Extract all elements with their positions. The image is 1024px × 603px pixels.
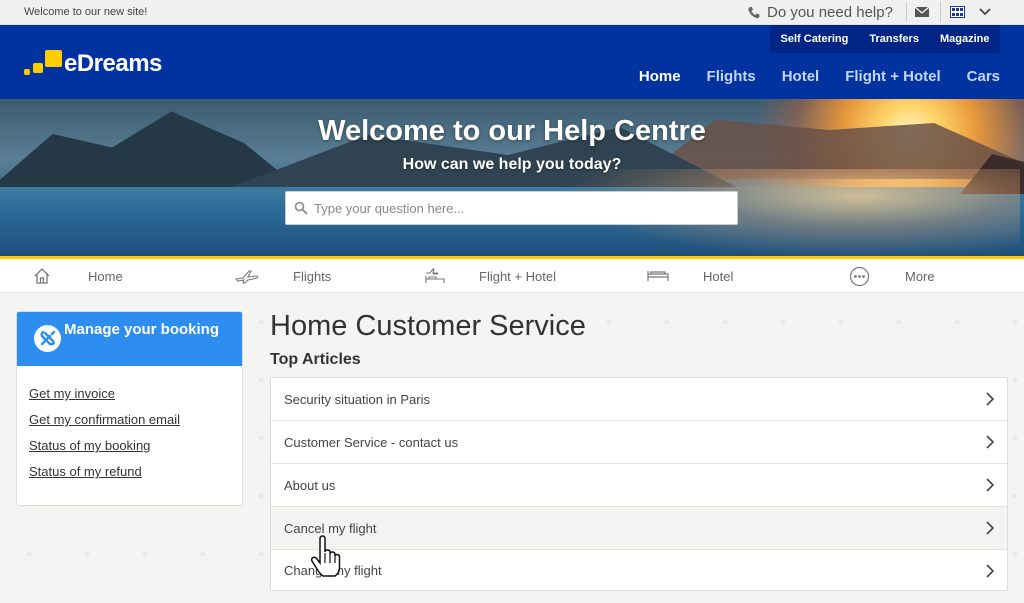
chevron-down-icon[interactable] (978, 4, 992, 18)
page-title: Home Customer Service (270, 310, 586, 342)
article-title: Customer Service - contact us (284, 434, 459, 450)
home-icon (34, 268, 50, 284)
help-search-box[interactable] (285, 191, 738, 225)
subnav-magazine[interactable]: Magazine (940, 33, 990, 45)
category-flights[interactable]: Flights (200, 259, 410, 293)
section-title: Top Articles (270, 351, 361, 368)
nav-flight-hotel[interactable]: Flight + Hotel (845, 68, 940, 85)
article-title: About us (284, 477, 336, 493)
welcome-message: Welcome to our new site! (24, 6, 148, 18)
flag-icon[interactable] (950, 6, 965, 18)
brand-logo[interactable]: eDreams (24, 48, 162, 78)
brand-name: eDreams (64, 50, 162, 77)
nav-cars[interactable]: Cars (967, 68, 1000, 85)
chevron-right-icon (986, 564, 995, 578)
category-label: Hotel (703, 269, 734, 284)
hero-banner: Welcome to our Help Centre How can we he… (0, 99, 1024, 256)
booking-links: Get my invoice Get my confirmation email… (17, 366, 242, 489)
article-row[interactable]: Security situation in Paris (271, 378, 1007, 421)
chevron-right-icon (986, 392, 995, 406)
flight-hotel-icon (425, 268, 445, 283)
subnav-self-catering[interactable]: Self Catering (781, 33, 849, 45)
phone-icon (748, 6, 760, 18)
help-label: Do you need help? (767, 4, 893, 21)
bed-icon (647, 271, 669, 281)
search-icon (294, 201, 308, 215)
article-title: Cancel my flight (284, 520, 377, 536)
category-hotel[interactable]: Hotel (640, 259, 840, 293)
nav-hotel[interactable]: Hotel (782, 68, 820, 85)
category-flight-hotel[interactable]: Flight + Hotel (410, 259, 640, 293)
category-label: Home (88, 269, 123, 284)
help-link[interactable]: Do you need help? (747, 2, 893, 23)
hero-title: Welcome to our Help Centre (318, 115, 706, 147)
manage-booking-title: Manage your booking (64, 321, 220, 338)
mail-icon[interactable] (914, 5, 930, 19)
category-label: Flight + Hotel (479, 269, 556, 284)
logo-mark (24, 50, 62, 78)
article-row[interactable]: Customer Service - contact us (271, 421, 1007, 464)
chevron-right-icon (986, 435, 995, 449)
nav-flights[interactable]: Flights (707, 68, 756, 85)
link-get-invoice[interactable]: Get my invoice (29, 386, 115, 401)
article-row[interactable]: Cancel my flight (271, 507, 1007, 550)
hand-cursor-icon (310, 535, 341, 577)
link-confirmation-email[interactable]: Get my confirmation email (29, 412, 180, 427)
chevron-right-icon (986, 478, 995, 492)
link-booking-status[interactable]: Status of my booking (29, 438, 150, 453)
manage-booking-header: Manage your booking (17, 312, 242, 366)
category-bar: Home Flights Flight + Hotel Hotel More (0, 259, 1024, 293)
search-input[interactable] (314, 200, 724, 216)
category-label: More (905, 269, 935, 284)
link-refund-status[interactable]: Status of my refund (29, 464, 142, 479)
plane-icon (234, 270, 259, 284)
article-row[interactable]: About us (271, 464, 1007, 507)
top-articles-list: Security situation in Paris Customer Ser… (270, 377, 1008, 591)
nav-home[interactable]: Home (639, 68, 681, 85)
utility-bar: Welcome to our new site! Do you need hel… (0, 0, 1024, 25)
category-label: Flights (293, 269, 332, 284)
tools-icon (34, 325, 61, 352)
article-title: Security situation in Paris (284, 391, 430, 407)
hero-subtitle: How can we help you today? (402, 156, 622, 173)
article-row[interactable]: Change my flight (271, 550, 1007, 590)
more-icon (849, 266, 870, 287)
secondary-nav: Self Catering Transfers Magazine (770, 25, 1000, 53)
separator (906, 2, 907, 22)
category-more[interactable]: More (840, 259, 1024, 293)
manage-booking-card: Manage your booking Get my invoice Get m… (16, 311, 243, 506)
chevron-right-icon (986, 521, 995, 535)
primary-nav: Home Flights Hotel Flight + Hotel Cars (639, 68, 1000, 85)
site-header: eDreams Self Catering Transfers Magazine… (0, 25, 1024, 99)
subnav-transfers[interactable]: Transfers (869, 33, 919, 45)
separator (940, 2, 941, 22)
category-home[interactable]: Home (0, 259, 200, 293)
